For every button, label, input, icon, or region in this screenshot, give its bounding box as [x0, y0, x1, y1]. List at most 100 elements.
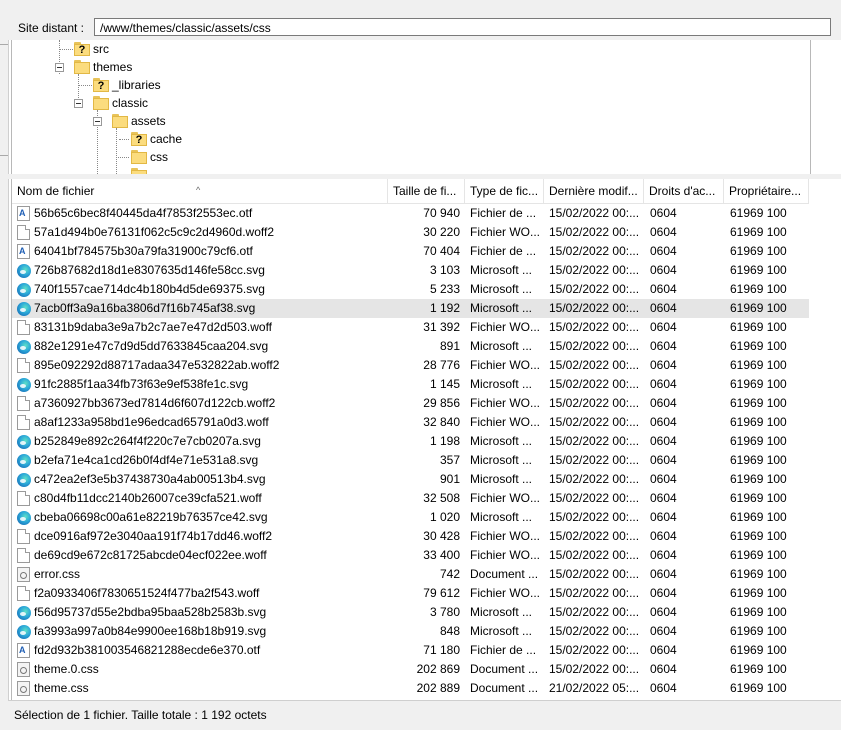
file-permissions: 0604 — [650, 263, 677, 277]
column-header-size[interactable]: Taille de fi... — [388, 179, 465, 203]
file-list-header: Nom de fichier ^ Taille de fi... Type de … — [12, 179, 809, 204]
table-row[interactable]: error.css 742 Document ... 15/02/2022 00:..… — [12, 565, 809, 584]
css-file-icon — [17, 662, 30, 677]
column-header-name-label: Nom de fichier — [17, 184, 95, 198]
tree-item-css[interactable]: css — [150, 148, 168, 166]
collapse-toggle-icon[interactable] — [93, 117, 102, 126]
table-row[interactable]: 57a1d494b0e76131f062c5c9c2d4960d.woff2 30… — [12, 223, 809, 242]
collapse-toggle-icon[interactable] — [55, 63, 64, 72]
tree-item-assets[interactable]: assets — [131, 112, 166, 130]
edge-browser-icon — [17, 625, 31, 639]
file-name: 56b65c6bec8f40445da4f7853f2553ec.otf — [34, 206, 253, 220]
document-file-icon — [17, 529, 30, 544]
file-type: Document ... — [470, 662, 539, 676]
file-permissions: 0604 — [650, 681, 677, 695]
edge-browser-icon — [17, 264, 31, 278]
column-header-name[interactable]: Nom de fichier ^ — [12, 179, 388, 203]
table-row[interactable]: 726b87682d18d1e8307635d146fe58cc.svg 3 10… — [12, 261, 809, 280]
file-name: a8af1233a958bd1e96edcad65791a0d3.woff — [34, 415, 269, 429]
table-row[interactable]: theme.0.css 202 869 Document ... 15/02/2022… — [12, 660, 809, 679]
file-type: Fichier WO... — [470, 396, 541, 410]
file-modified: 15/02/2022 00:... — [549, 244, 640, 258]
column-header-permissions[interactable]: Droits d'ac... — [644, 179, 724, 203]
remote-file-list[interactable]: Nom de fichier ^ Taille de fi... Type de … — [11, 179, 841, 700]
file-type: Microsoft ... — [470, 301, 533, 315]
file-modified: 15/02/2022 00:... — [549, 225, 640, 239]
table-row[interactable]: 7acb0ff3a9a16ba3806d7f16b745af38.svg 1 19… — [12, 299, 809, 318]
table-row[interactable]: b252849e892c264f4f220c7e7cb0207a.svg 1 19… — [12, 432, 809, 451]
file-size: 3 103 — [429, 263, 460, 277]
file-permissions: 0604 — [650, 434, 677, 448]
table-row[interactable]: c80d4fb11dcc2140b26007ce39cfa521.woff 32 … — [12, 489, 809, 508]
file-owner: 61969 100 — [730, 377, 787, 391]
table-row[interactable]: Afd2d932b381003546821288ecde6e370.otf 71 … — [12, 641, 809, 660]
folder-icon — [74, 60, 90, 74]
table-row[interactable]: cbeba06698c00a61e82219b76357ce42.svg 1 02… — [12, 508, 809, 527]
remote-path-input[interactable]: /www/themes/classic/assets/css — [94, 18, 831, 36]
table-row[interactable]: dce0916af972e3040aa191f74b17dd46.woff2 30… — [12, 527, 809, 546]
table-row[interactable]: de69cd9e672c81725abcde04ecf022ee.woff 33 … — [12, 546, 809, 565]
status-bar: Sélection de 1 fichier. Taille totale : … — [8, 700, 841, 731]
file-permissions: 0604 — [650, 396, 677, 410]
file-permissions: 0604 — [650, 244, 677, 258]
table-row[interactable]: f2a0933406f7830651524f477ba2f543.woff 79 … — [12, 584, 809, 603]
column-header-modified[interactable]: Dernière modif... — [544, 179, 644, 203]
file-type: Fichier WO... — [470, 320, 541, 334]
table-row[interactable]: c472ea2ef3e5b37438730a4ab00513b4.svg 901 M… — [12, 470, 809, 489]
file-size: 31 392 — [423, 320, 460, 334]
file-name: de69cd9e672c81725abcde04ecf022ee.woff — [34, 548, 267, 562]
file-permissions: 0604 — [650, 548, 677, 562]
table-row[interactable]: b2efa71e4ca1cd26b0f4df4e71e531a8.svg 357 M… — [12, 451, 809, 470]
table-row[interactable]: 740f1557cae714dc4b180b4d5de69375.svg 5 23… — [12, 280, 809, 299]
table-row[interactable]: A 64041bf784575b30a79fa31900c79cf6.otf 70 … — [12, 242, 809, 261]
file-permissions: 0604 — [650, 605, 677, 619]
table-row[interactable]: 882e1291e47c7d9d5dd7633845caa204.svg 891 M… — [12, 337, 809, 356]
file-type: Microsoft ... — [470, 510, 533, 524]
file-type: Microsoft ... — [470, 605, 533, 619]
collapse-toggle-icon[interactable] — [74, 99, 83, 108]
file-name: f2a0933406f7830651524f477ba2f543.woff — [34, 586, 260, 600]
file-owner: 61969 100 — [730, 681, 787, 695]
file-size: 33 400 — [423, 548, 460, 562]
file-type: Microsoft ... — [470, 263, 533, 277]
table-row[interactable]: theme.css 202 889 Document ... 21/02/2022 0… — [12, 679, 809, 698]
file-name: cbeba06698c00a61e82219b76357ce42.svg — [34, 510, 268, 524]
file-size: 29 856 — [423, 396, 460, 410]
window-bottom — [0, 730, 841, 755]
tree-item-src[interactable]: src — [93, 40, 109, 58]
table-row[interactable]: 895e092292d88717adaa347e532822ab.woff2 28… — [12, 356, 809, 375]
table-row[interactable]: fa3993a997a0b84e9900ee168b18b919.svg 848 M… — [12, 622, 809, 641]
unknown-folder-icon: ? — [74, 42, 90, 56]
tree-item-themes[interactable]: themes — [93, 58, 132, 76]
file-owner: 61969 100 — [730, 529, 787, 543]
file-modified: 15/02/2022 00:... — [549, 472, 640, 486]
column-header-owner[interactable]: Propriétaire... — [724, 179, 809, 203]
file-size: 1 020 — [429, 510, 460, 524]
table-row[interactable]: A 56b65c6bec8f40445da4f7853f2553ec.otf 70 … — [12, 204, 809, 223]
tree-item-libraries[interactable]: _libraries — [112, 76, 161, 94]
table-row[interactable]: a8af1233a958bd1e96edcad65791a0d3.woff 32 … — [12, 413, 809, 432]
table-row[interactable]: a7360927bb3673ed7814d6f607d122cb.woff2 29… — [12, 394, 809, 413]
table-row[interactable]: 91fc2885f1aa34fb73f63e9ef538fe1c.svg 1 14… — [12, 375, 809, 394]
remote-directory-tree[interactable]: ? src themes ? _libraries classic assets… — [11, 40, 811, 175]
file-owner: 61969 100 — [730, 225, 787, 239]
file-size: 30 220 — [423, 225, 460, 239]
tree-item-cache[interactable]: cache — [150, 130, 182, 148]
edge-browser-icon — [17, 283, 31, 297]
file-name: fd2d932b381003546821288ecde6e370.otf — [34, 643, 261, 657]
left-panel-edge — [0, 0, 9, 755]
file-name: error.css — [34, 567, 81, 581]
file-size: 71 180 — [423, 643, 460, 657]
column-header-type[interactable]: Type de fic... — [465, 179, 544, 203]
tree-connector — [119, 139, 129, 140]
file-name: 91fc2885f1aa34fb73f63e9ef538fe1c.svg — [34, 377, 249, 391]
table-row[interactable]: 83131b9daba3e9a7b2c7ae7e47d2d503.woff 31 … — [12, 318, 809, 337]
top-pane-border — [8, 0, 841, 17]
file-permissions: 0604 — [650, 472, 677, 486]
file-size: 1 192 — [429, 301, 460, 315]
file-type: Microsoft ... — [470, 282, 533, 296]
table-row[interactable]: f56d95737d55e2bdba95baa528b2583b.svg 3 78… — [12, 603, 809, 622]
file-name: b252849e892c264f4f220c7e7cb0207a.svg — [34, 434, 261, 448]
tree-item-classic[interactable]: classic — [112, 94, 148, 112]
remote-site-label: Site distant : — [12, 19, 90, 37]
